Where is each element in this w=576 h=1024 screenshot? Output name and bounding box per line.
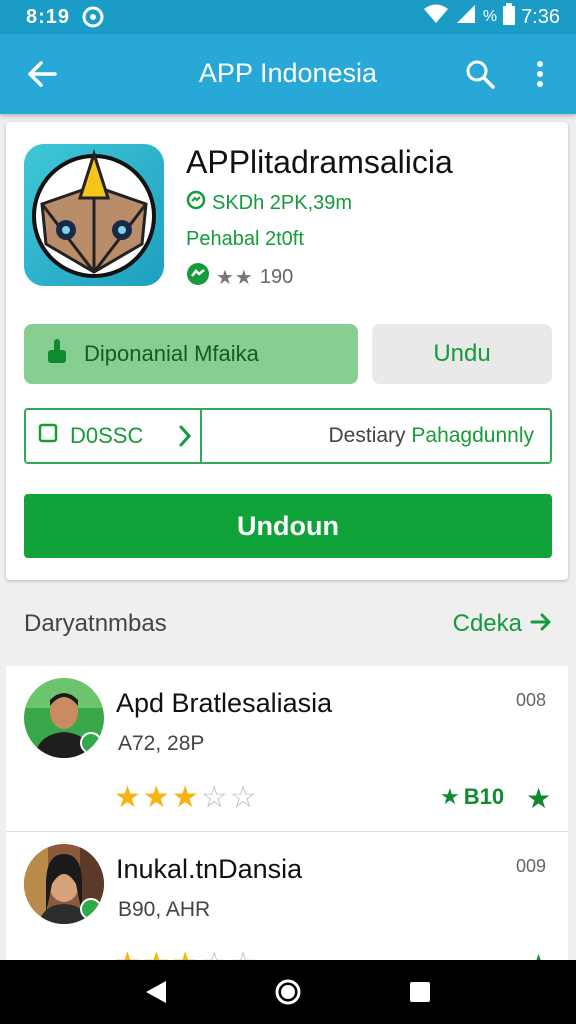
app-rating-row: ★★ 190: [186, 262, 293, 292]
section-link-label: Cdeka: [452, 610, 522, 637]
notification-icon: [82, 6, 104, 28]
signal-icon: [455, 4, 477, 30]
diponanial-button[interactable]: Diponanial Mfaika: [24, 324, 358, 384]
rating-stars: ★★: [216, 266, 254, 289]
item-count: 008: [516, 690, 547, 710]
app-bar: APP Indonesia: [0, 34, 576, 114]
split-right-option[interactable]: Destiary Pahagdunnly: [202, 424, 550, 448]
review-list: Apd Bratlesaliasia A72, 28P 008 ★★★☆☆ ★ …: [6, 666, 568, 998]
system-nav-bar: [0, 960, 576, 1024]
status-time: 8:19: [26, 5, 71, 28]
item-title: Inukal.tnDansia: [116, 854, 303, 884]
split-selector: D0SSC Destiary Pahagdunnly: [24, 408, 552, 464]
item-subtitle: B90, AHR: [118, 898, 211, 921]
battery-time: 7:36: [521, 5, 560, 28]
status-right: % 7:36: [423, 3, 560, 31]
section-more-link[interactable]: Cdeka: [453, 610, 552, 638]
app-logo-icon: [24, 144, 164, 286]
section-title: Daryatnmbas: [24, 610, 167, 637]
app-size: SKDh 2PK,39m: [212, 191, 353, 214]
undoun-label: Undoun: [237, 510, 339, 541]
undu-label: Undu: [433, 340, 491, 367]
app-size-row: SKDh 2PK,39m: [186, 190, 352, 216]
arrow-right-icon: [530, 610, 552, 638]
undoun-button[interactable]: Undoun: [24, 494, 552, 558]
app-name: APPlitadramsalicia: [186, 144, 453, 180]
undu-button[interactable]: Undu: [372, 324, 552, 384]
verified-badge-icon: [80, 732, 102, 754]
star-rating-icon: ★: [440, 784, 460, 809]
status-bar: 8:19 % 7:36: [0, 0, 576, 34]
list-item[interactable]: Apd Bratlesaliasia A72, 28P 008 ★★★☆☆ ★ …: [6, 666, 568, 832]
chat-icon: [186, 190, 206, 216]
item-rating-value: B10: [463, 784, 505, 809]
nav-recents-icon[interactable]: [400, 972, 440, 1012]
item-count: 009: [516, 856, 547, 876]
avatar[interactable]: [24, 844, 104, 924]
messenger-icon: [186, 262, 210, 292]
item-title: Apd Bratlesaliasia: [116, 688, 333, 718]
verified-badge-icon: [80, 898, 102, 920]
favorite-star-icon[interactable]: ★: [526, 782, 551, 815]
chevron-right-icon: [178, 424, 192, 454]
split-right-green: Pahagdunnly: [411, 424, 534, 447]
nav-back-icon[interactable]: [136, 972, 176, 1012]
battery-icon: [503, 3, 516, 31]
item-rating: ★ B10: [440, 784, 504, 810]
search-icon[interactable]: [462, 56, 498, 92]
split-right-gray: Destiary: [328, 424, 406, 447]
rating-count: 190: [259, 265, 294, 288]
checkbox-icon: [38, 423, 58, 449]
avatar[interactable]: [24, 678, 104, 758]
app-detail-card: APPlitadramsalicia SKDh 2PK,39m Pehabal …: [6, 122, 568, 580]
item-stars: ★★★☆☆: [114, 781, 259, 814]
percent-icon: %: [482, 8, 498, 25]
nav-home-icon[interactable]: [268, 972, 308, 1012]
split-left-label: D0SSC: [70, 423, 144, 448]
split-left-option[interactable]: D0SSC: [26, 410, 202, 462]
hand-icon: [46, 338, 68, 370]
section-header: Daryatnmbas Cdeka: [0, 596, 576, 652]
app-publisher: Pehabal 2t0ft: [186, 228, 304, 250]
diponanial-label: Diponanial Mfaika: [84, 341, 259, 366]
more-vert-icon[interactable]: [526, 56, 554, 92]
item-subtitle: A72, 28P: [118, 732, 205, 755]
wifi-icon: [423, 4, 449, 30]
